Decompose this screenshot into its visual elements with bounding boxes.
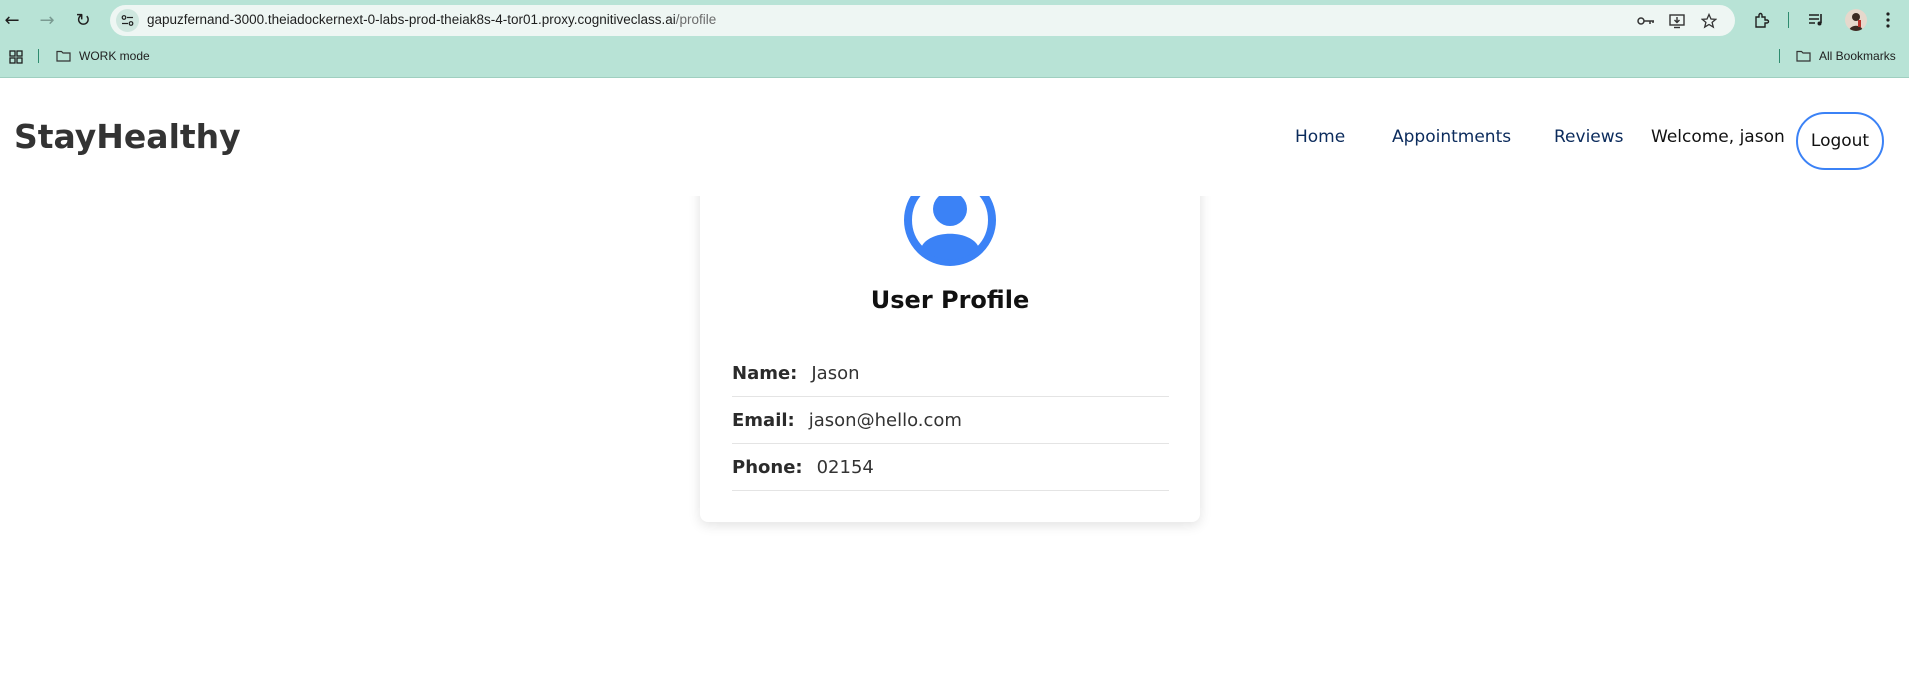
field-value: Jason: [811, 362, 860, 384]
field-value: jason@hello.com: [808, 409, 962, 431]
profile-field-phone: Phone: 02154: [732, 444, 1169, 491]
profile-field-email: Email: jason@hello.com: [732, 397, 1169, 444]
field-label: Name:: [732, 362, 798, 384]
all-bookmarks-folder[interactable]: All Bookmarks: [1796, 49, 1896, 63]
url-path: /profile: [675, 12, 717, 27]
url-text[interactable]: gapuzfernand-3000.theiadockernext-0-labs…: [147, 12, 716, 27]
logout-button[interactable]: Logout: [1796, 112, 1884, 170]
folder-icon: [1796, 50, 1811, 62]
folder-icon: [56, 50, 71, 62]
brand-logo[interactable]: StayHealthy: [14, 117, 241, 156]
reload-icon[interactable]: ↻: [71, 8, 95, 32]
bookmark-label: WORK mode: [79, 49, 150, 63]
apps-grid-icon[interactable]: [4, 45, 28, 69]
back-icon[interactable]: ←: [0, 8, 24, 32]
profile-title: User Profile: [870, 286, 1030, 314]
nav-link-home[interactable]: Home: [1295, 127, 1345, 147]
password-key-icon[interactable]: [1636, 11, 1656, 31]
bookmark-divider-right: [1779, 49, 1780, 63]
field-value: 02154: [816, 456, 874, 478]
nav-link-reviews[interactable]: Reviews: [1554, 127, 1624, 147]
welcome-message: Welcome, jason: [1651, 127, 1785, 147]
toolbar-divider: [1788, 12, 1789, 28]
kebab-menu-icon[interactable]: [1876, 8, 1900, 32]
address-bar[interactable]: gapuzfernand-3000.theiadockernext-0-labs…: [110, 5, 1735, 36]
profile-field-name: Name: Jason: [732, 350, 1169, 397]
site-settings-icon[interactable]: [116, 9, 139, 32]
field-label: Phone:: [732, 456, 803, 478]
bookmark-divider: [38, 49, 39, 63]
forward-icon[interactable]: →: [35, 8, 59, 32]
browser-chrome: ← → ↻ gapuzfernand-3000.theiadockernext-…: [0, 0, 1909, 78]
profile-avatar[interactable]: [1845, 9, 1867, 31]
install-app-icon[interactable]: [1667, 11, 1687, 31]
field-label: Email:: [732, 409, 795, 431]
nav-link-appointments[interactable]: Appointments: [1392, 127, 1511, 147]
media-queue-icon[interactable]: [1804, 8, 1828, 32]
url-host: gapuzfernand-3000.theiadockernext-0-labs…: [147, 12, 676, 27]
bookmark-label: All Bookmarks: [1819, 49, 1896, 63]
extensions-icon[interactable]: [1749, 8, 1773, 32]
bookmark-star-icon[interactable]: [1699, 11, 1719, 31]
bookmark-folder-work-mode[interactable]: WORK mode: [56, 49, 150, 63]
